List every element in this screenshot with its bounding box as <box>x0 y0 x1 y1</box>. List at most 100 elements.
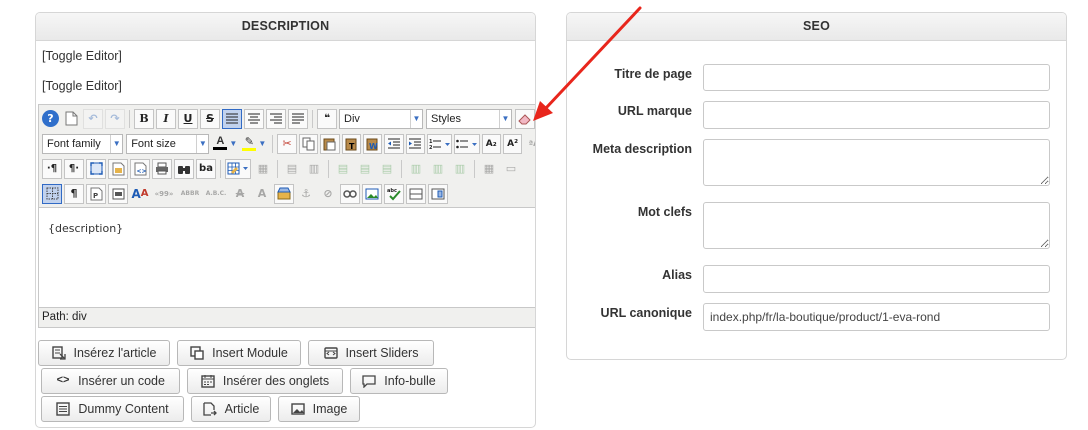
row-after-icon[interactable]: ▤ <box>355 159 375 179</box>
indent-icon[interactable] <box>405 133 426 154</box>
deletion-icon[interactable]: A <box>230 184 250 204</box>
insert-code-label: Insérer un code <box>78 374 165 388</box>
chevron-down-icon: ▼ <box>196 134 208 153</box>
editor-content-area[interactable]: {description} <box>39 208 535 307</box>
anchor-icon[interactable]: ⚓ <box>296 184 316 204</box>
insert-module-button[interactable]: Insert Module <box>177 340 301 366</box>
toggle-editor-link[interactable]: [Toggle Editor] <box>42 79 122 93</box>
visual-aid-icon[interactable] <box>42 183 62 204</box>
find-icon[interactable] <box>174 158 194 179</box>
insert-table-icon[interactable] <box>225 158 251 179</box>
outdent-icon[interactable] <box>384 133 404 154</box>
replace-icon[interactable]: ba <box>196 158 216 179</box>
paste-text-icon[interactable]: T <box>341 133 361 154</box>
layer-icon[interactable] <box>108 183 128 204</box>
print-icon[interactable] <box>152 158 172 179</box>
attributes-icon[interactable] <box>274 183 294 204</box>
strikethrough-icon[interactable]: S <box>200 108 220 129</box>
template-icon[interactable] <box>108 158 128 179</box>
redo-icon[interactable]: ↷ <box>105 108 125 129</box>
image-icon[interactable] <box>362 183 382 204</box>
cut-icon[interactable]: ✂ <box>277 133 297 154</box>
justify-right-icon[interactable] <box>266 108 286 129</box>
merge-cells-icon[interactable]: ▭ <box>501 159 521 179</box>
dummy-content-button[interactable]: Dummy Content <box>41 396 184 422</box>
style-props-icon[interactable]: AA <box>130 184 150 204</box>
rtl-icon[interactable]: ¶· <box>64 158 84 179</box>
special-char-icon[interactable]: ªA <box>524 134 535 154</box>
svg-text:<>: <> <box>136 168 146 175</box>
iframe-icon[interactable] <box>428 183 448 204</box>
highlight-color-button[interactable]: ✎ ▼ <box>241 134 268 154</box>
bullet-list-icon[interactable] <box>454 133 480 154</box>
row-before-icon[interactable]: ▤ <box>333 159 353 179</box>
chevron-down-icon: ▼ <box>258 139 267 148</box>
delete-row-icon[interactable]: ▤ <box>377 159 397 179</box>
insert-article-button[interactable]: Insérez l'article <box>38 340 170 366</box>
file-add-icon <box>202 402 217 416</box>
image-button[interactable]: Image <box>278 396 360 422</box>
chevron-down-icon: ▼ <box>410 109 422 128</box>
numbered-list-icon[interactable]: 12 <box>427 133 453 154</box>
document-lines-icon <box>56 402 71 416</box>
toggle-editor-link[interactable]: [Toggle Editor] <box>42 49 122 63</box>
bold-icon[interactable]: B <box>134 108 154 129</box>
html-source-icon[interactable]: <> <box>130 158 150 179</box>
speech-bubble-icon <box>362 374 376 389</box>
horizontal-rule-icon[interactable] <box>406 183 426 204</box>
paste-word-icon[interactable]: W <box>362 133 383 154</box>
justify-center-icon[interactable] <box>244 108 264 129</box>
paste-icon[interactable] <box>320 133 340 154</box>
brand-url-input[interactable] <box>703 101 1050 129</box>
table-cell-props-icon[interactable]: ▥ <box>304 159 324 179</box>
brand-url-label: URL marque <box>617 104 692 118</box>
undo-icon[interactable]: ↶ <box>83 108 103 129</box>
page-icon[interactable]: P <box>86 183 106 204</box>
underline-icon[interactable]: U <box>178 108 198 129</box>
insert-code-button[interactable]: <> Insérer un code <box>41 368 180 394</box>
keywords-textarea[interactable] <box>703 202 1050 249</box>
justify-left-icon[interactable] <box>222 108 242 129</box>
alias-input[interactable] <box>703 265 1050 293</box>
subscript-icon[interactable]: A₂ <box>481 133 501 154</box>
italic-icon[interactable]: I <box>156 108 176 129</box>
show-blocks-icon[interactable]: ¶ <box>64 183 84 204</box>
ltr-icon[interactable]: ·¶ <box>42 158 62 179</box>
meta-description-textarea[interactable] <box>703 139 1050 186</box>
acronym-icon[interactable]: A.B.C. <box>204 184 228 204</box>
superscript-icon[interactable]: A² <box>502 133 523 154</box>
link-icon[interactable] <box>340 183 360 204</box>
font-family-select[interactable]: Font family ▼ <box>42 133 124 154</box>
justify-full-icon[interactable] <box>288 108 308 129</box>
eraser-icon[interactable] <box>515 108 535 129</box>
blockquote-icon[interactable]: ❝ <box>317 108 337 129</box>
fullscreen-icon[interactable] <box>86 158 106 179</box>
styles-value: Styles <box>431 112 461 125</box>
spellcheck-icon[interactable]: abc <box>384 183 404 204</box>
delete-col-icon[interactable]: ▥ <box>450 159 470 179</box>
description-panel-title: DESCRIPTION <box>36 13 535 41</box>
unlink-icon[interactable]: ⊘ <box>318 184 338 204</box>
canonical-url-input[interactable] <box>703 303 1050 331</box>
article-button[interactable]: Article <box>191 396 271 422</box>
insertion-icon[interactable]: A <box>252 184 272 204</box>
copy-icon[interactable] <box>298 133 319 154</box>
text-color-button[interactable]: A ▼ <box>212 134 239 154</box>
table-row-props-icon[interactable]: ▤ <box>282 159 302 179</box>
font-size-select[interactable]: Font size ▼ <box>126 133 210 154</box>
new-document-icon[interactable] <box>61 109 81 129</box>
help-icon[interactable]: ? <box>42 110 59 127</box>
col-after-icon[interactable]: ▥ <box>428 159 448 179</box>
code-icon: <> <box>56 374 70 386</box>
insert-sliders-button[interactable]: Insert Sliders <box>308 340 434 366</box>
insert-tabs-button[interactable]: Insérer des onglets <box>187 368 343 394</box>
abbr-icon[interactable]: ABBR <box>178 184 202 204</box>
block-format-select[interactable]: Div ▼ <box>339 108 423 129</box>
col-before-icon[interactable]: ▥ <box>406 159 426 179</box>
styles-select[interactable]: Styles ▼ <box>426 108 512 129</box>
split-cells-icon[interactable]: ▦ <box>479 159 499 179</box>
delete-table-icon[interactable]: ▦ <box>253 159 273 179</box>
cite-icon[interactable]: «99» <box>152 184 176 204</box>
tooltip-button[interactable]: Info-bulle <box>350 368 448 394</box>
page-title-input[interactable] <box>703 64 1050 91</box>
